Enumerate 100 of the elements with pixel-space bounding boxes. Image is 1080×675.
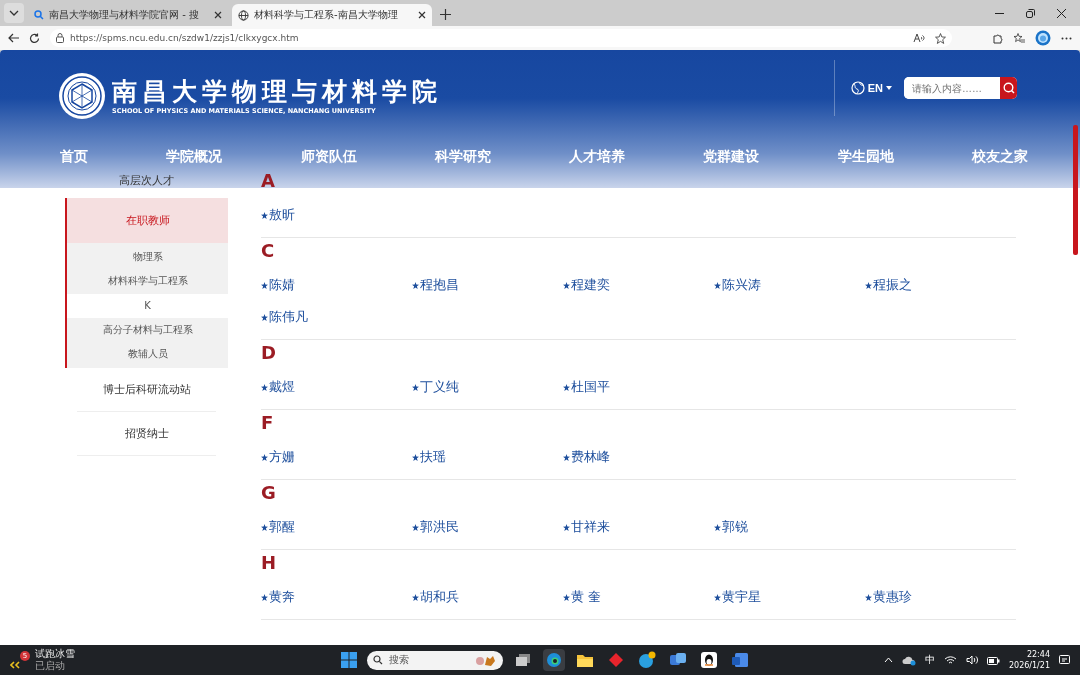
search-field[interactable]: 请输入内容…… (904, 77, 1017, 99)
star-icon (261, 383, 268, 391)
language-switch[interactable]: EN (850, 81, 892, 95)
site-title: 南昌大学物理与材料学院 (112, 77, 442, 107)
favorites-icon[interactable] (1013, 32, 1025, 44)
notification-icon[interactable] (1059, 654, 1070, 666)
search-button[interactable] (1000, 77, 1017, 99)
caret-icon (886, 86, 892, 90)
submenu-item[interactable]: K (67, 293, 228, 318)
teacher-link[interactable]: 程振之 (873, 276, 912, 294)
read-aloud-icon[interactable] (913, 33, 925, 43)
sidebar-item[interactable]: 高层次人才 (65, 168, 228, 193)
penguin-icon[interactable] (698, 649, 720, 671)
tab-menu-button[interactable] (4, 3, 24, 23)
submenu-item[interactable]: 教辅人员 (67, 342, 228, 367)
close-icon[interactable] (418, 11, 426, 19)
browser-tab[interactable]: 南昌大学物理与材料学院官网 - 搜 (28, 4, 228, 26)
star-icon (865, 281, 872, 289)
back-icon[interactable] (8, 33, 19, 43)
teacher-link[interactable]: 方姗 (269, 448, 295, 466)
star-icon (261, 453, 268, 461)
lock-icon (56, 33, 64, 43)
submenu-item[interactable]: 物理系 (67, 245, 228, 270)
close-icon[interactable] (214, 11, 222, 19)
more-icon[interactable] (1061, 36, 1072, 40)
letter-heading: C (261, 239, 276, 263)
teacher-link[interactable]: 郭锐 (722, 518, 748, 536)
restore-icon[interactable] (1026, 9, 1035, 18)
star-icon (714, 523, 721, 531)
star-icon (563, 593, 570, 601)
submenu-item[interactable]: 材料科学与工程系 (67, 269, 228, 294)
star-icon (261, 281, 268, 289)
start-icon[interactable] (340, 651, 358, 669)
star-icon (412, 383, 419, 391)
star-icon (261, 593, 268, 601)
widget-title: 试跑冰雪 (35, 648, 75, 660)
address-bar[interactable]: https://spms.ncu.edu.cn/szdw1/zzjs1/clkxygcx.htm (50, 29, 952, 47)
teacher-link[interactable]: 杜国平 (571, 378, 610, 396)
widget-status: 已启动 (35, 660, 66, 672)
profile-icon[interactable] (1035, 30, 1051, 46)
speaker-icon[interactable] (965, 655, 978, 665)
teacher-link[interactable]: 陈婧 (269, 276, 295, 294)
close-icon[interactable] (1057, 9, 1066, 18)
url-text: https://spms.ncu.edu.cn/szdw1/zzjs1/clkxygcx.htm (70, 33, 299, 43)
input-method-indicator[interactable]: 中 (924, 653, 935, 667)
star-icon (412, 523, 419, 531)
letter-heading: F (261, 411, 275, 435)
teacher-link[interactable]: 程建奕 (571, 276, 610, 294)
teacher-link[interactable]: 程抱昌 (420, 276, 459, 294)
cloud-icon[interactable] (901, 654, 916, 666)
search-icon (34, 10, 44, 20)
new-tab-icon[interactable] (440, 9, 451, 20)
letter-heading: H (261, 551, 278, 575)
teacher-link[interactable]: 郭醒 (269, 518, 295, 536)
browser-tab[interactable]: 材料科学与工程系-南昌大学物理 (232, 4, 432, 26)
search-placeholder: 搜索 (389, 653, 409, 667)
teacher-link[interactable]: 敖昕 (269, 206, 295, 224)
star-icon[interactable] (935, 32, 946, 44)
submenu-item[interactable]: 高分子材料与工程系 (67, 317, 228, 343)
star-icon (563, 281, 570, 289)
wifi-icon[interactable] (943, 655, 957, 665)
scrollbar-thumb[interactable] (1073, 125, 1078, 255)
sidebar-item[interactable]: 招贤纳士 (77, 412, 216, 457)
clock-time[interactable]: 22:44 (1026, 649, 1050, 660)
star-icon (261, 313, 268, 321)
teacher-link[interactable]: 扶瑶 (420, 448, 446, 466)
sidebar-item[interactable]: 博士后科研流动站 (77, 368, 216, 413)
star-icon (714, 281, 721, 289)
chevron-icon[interactable] (10, 661, 21, 669)
star-icon (412, 281, 419, 289)
taskbar-search[interactable]: 搜索 (367, 650, 503, 670)
star-icon (865, 593, 872, 601)
teacher-link[interactable]: 费林峰 (571, 448, 610, 466)
letter-heading: D (261, 341, 277, 365)
tab-title: 南昌大学物理与材料学院官网 - 搜 (49, 8, 200, 22)
teacher-link[interactable]: 丁义纯 (420, 378, 459, 396)
search-icon (373, 655, 383, 665)
battery-icon[interactable] (986, 655, 1000, 665)
clock-date[interactable]: 2026/1/21 (1008, 660, 1050, 671)
teacher-link[interactable]: 胡和兵 (420, 588, 459, 606)
letter-heading: A (261, 169, 276, 193)
star-icon (563, 383, 570, 391)
teacher-link[interactable]: 郭洪民 (420, 518, 459, 536)
browser-icon[interactable] (543, 649, 565, 671)
teacher-link[interactable]: 黄奔 (269, 588, 295, 606)
globe-icon (238, 9, 249, 21)
teacher-link[interactable]: 黄 奎 (571, 588, 602, 606)
teacher-link[interactable]: 陈伟凡 (269, 308, 308, 326)
chevron-up-icon[interactable] (883, 657, 893, 663)
teacher-link[interactable]: 陈兴涛 (722, 276, 761, 294)
star-icon (563, 453, 570, 461)
search-icon (1002, 82, 1015, 94)
sidebar-item[interactable]: 在职教师 (65, 198, 228, 243)
teacher-link[interactable]: 黄惠珍 (873, 588, 912, 606)
caret-icon (9, 10, 19, 16)
star-icon (412, 453, 419, 461)
refresh-icon[interactable] (29, 32, 40, 44)
teacher-link[interactable]: 甘祥来 (571, 518, 610, 536)
teacher-link[interactable]: 黄宇星 (722, 588, 761, 606)
teacher-link[interactable]: 戴煜 (269, 378, 295, 396)
